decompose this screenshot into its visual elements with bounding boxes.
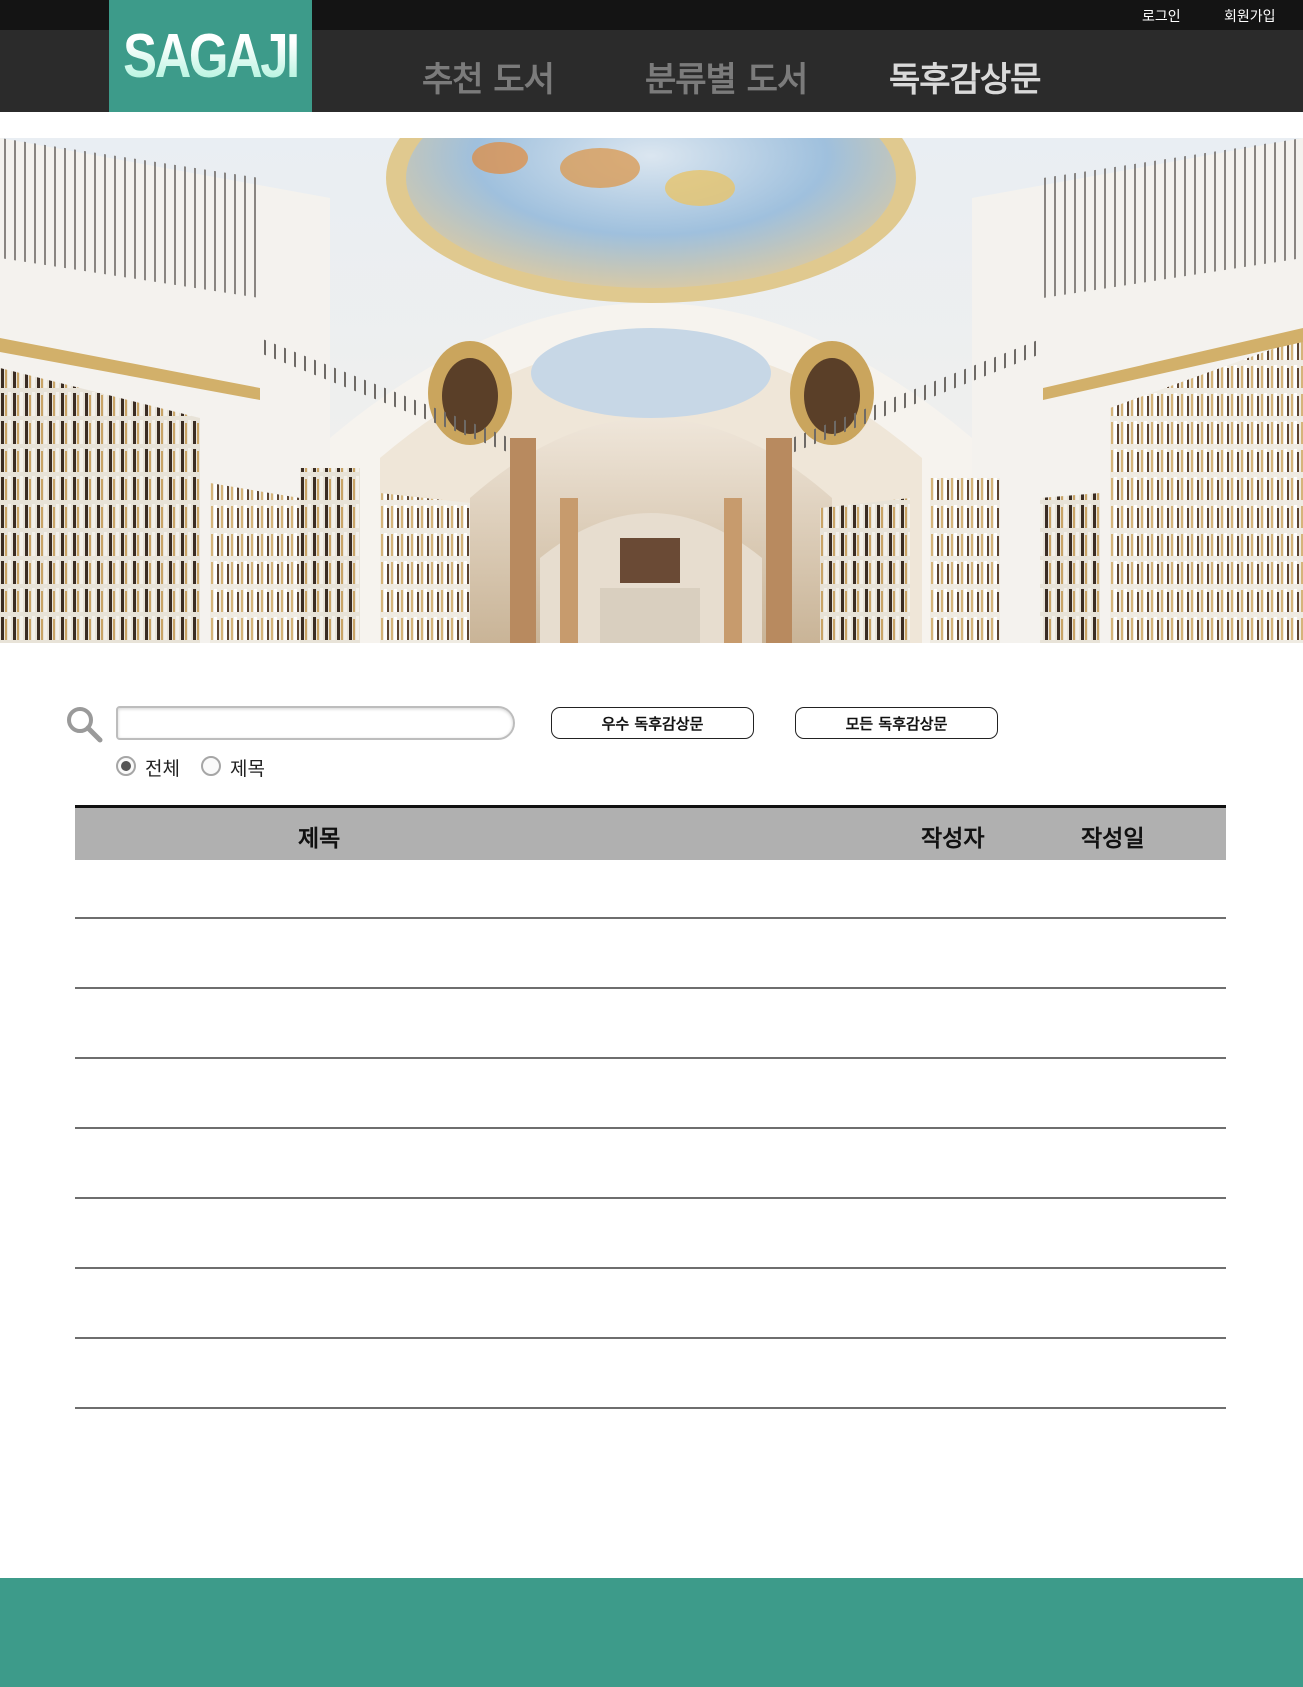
all-reviews-button[interactable]: 모든 독후감상문 (795, 707, 998, 739)
logo-text: SAGAJI (123, 21, 300, 91)
table-row[interactable] (75, 1267, 1226, 1269)
search-input[interactable] (116, 706, 515, 740)
nav-books-by-category[interactable]: 분류별 도서 (645, 52, 808, 101)
table-row[interactable] (75, 1197, 1226, 1199)
nav-book-reviews[interactable]: 독후감상문 (889, 52, 1041, 101)
filter-all-label: 전체 (145, 758, 180, 780)
table-row[interactable] (75, 987, 1226, 989)
filter-title-radio[interactable] (201, 756, 221, 776)
search-icon[interactable] (64, 704, 104, 744)
site-logo[interactable]: SAGAJI (109, 0, 312, 112)
hero-library-image (0, 138, 1303, 643)
filter-title-label: 제목 (230, 758, 265, 780)
table-row[interactable] (75, 1407, 1226, 1409)
column-header-date[interactable]: 작성일 (1081, 819, 1144, 853)
column-header-author[interactable]: 작성자 (921, 819, 984, 853)
best-reviews-button[interactable]: 우수 독후감상문 (551, 707, 754, 739)
table-row[interactable] (75, 1337, 1226, 1339)
table-row[interactable] (75, 1057, 1226, 1059)
library-illustration (0, 138, 1303, 643)
table-header-row: 제목 작성자 작성일 (75, 808, 1226, 860)
column-header-title[interactable]: 제목 (298, 819, 340, 853)
signup-link[interactable]: 회원가입 (1224, 6, 1276, 26)
filter-all-radio[interactable] (116, 756, 136, 776)
nav-recommended-books[interactable]: 추천 도서 (422, 52, 555, 101)
table-row[interactable] (75, 917, 1226, 919)
table-row[interactable] (75, 1127, 1226, 1129)
login-link[interactable]: 로그인 (1142, 6, 1181, 26)
site-footer (0, 1578, 1303, 1687)
